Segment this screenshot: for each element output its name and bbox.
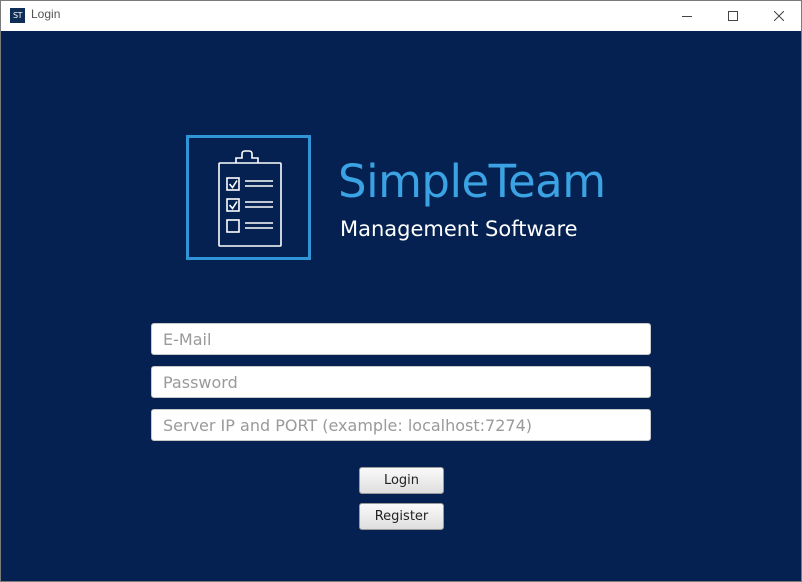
title-bar[interactable]: ST Login <box>1 1 801 31</box>
logo-box <box>186 135 311 260</box>
close-icon <box>774 11 784 21</box>
clipboard-checklist-icon <box>218 150 282 247</box>
login-panel: SimpleTeam Management Software Login Reg… <box>1 31 801 581</box>
app-icon: ST <box>10 8 25 23</box>
brand-subtitle: Management Software <box>340 217 578 241</box>
server-address-field[interactable] <box>151 409 651 441</box>
email-field[interactable] <box>151 323 651 355</box>
register-button[interactable]: Register <box>359 503 444 530</box>
login-button[interactable]: Login <box>359 467 444 494</box>
login-window: ST Login SimpleTeam Management Software … <box>0 0 802 582</box>
maximize-button[interactable] <box>710 1 756 31</box>
maximize-icon <box>728 11 738 21</box>
close-button[interactable] <box>756 1 802 31</box>
password-field[interactable] <box>151 366 651 398</box>
window-title: Login <box>31 7 61 21</box>
brand-title: SimpleTeam <box>338 155 606 208</box>
minimize-button[interactable] <box>664 1 710 31</box>
minimize-icon <box>682 16 692 17</box>
